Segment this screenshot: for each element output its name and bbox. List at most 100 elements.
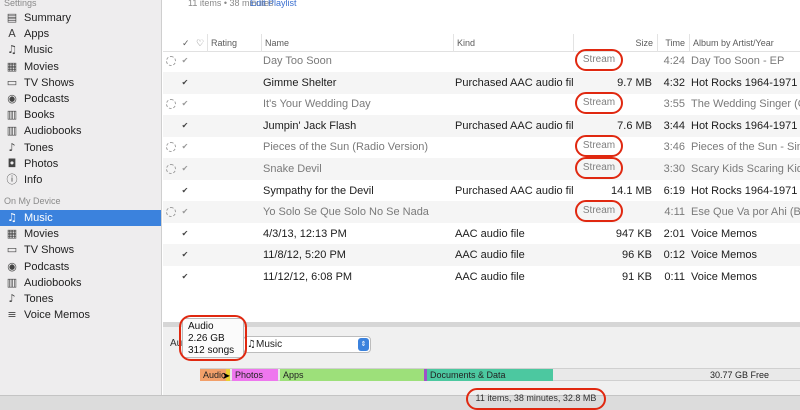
table-row[interactable]: ✔ 11/8/12, 5:20 PM AAC audio file 96 KB 0:12…	[163, 244, 800, 267]
settings-header: Settings	[4, 0, 37, 8]
music-note-icon: ♫	[7, 43, 17, 57]
sidebar-device-audiobooks[interactable]: ▥ Audiobooks	[0, 275, 161, 291]
tv-icon: ▭	[6, 75, 18, 89]
table-row[interactable]: ✔ Gimme Shelter Purchased AAC audio file 9.…	[163, 71, 800, 94]
sidebar-item-label: Music	[24, 212, 53, 224]
sidebar-device-tv-shows[interactable]: ▭ TV Shows	[0, 242, 161, 258]
track-size: 7.6 MB	[617, 119, 652, 132]
track-album: Ese Que Va por Ahi (Bonus	[691, 206, 800, 219]
stream-badge: Stream	[575, 49, 623, 71]
sidebar-item-label: Tones	[24, 141, 54, 154]
on-my-device-header: On My Device	[4, 196, 61, 206]
track-kind	[455, 50, 573, 72]
sidebar-item-label: TV Shows	[24, 244, 75, 257]
track-album: Hot Rocks 1964-1971	[691, 119, 798, 132]
checkbox[interactable]: ✔	[181, 78, 189, 87]
checkbox[interactable]: ✔	[181, 57, 189, 65]
table-row[interactable]: ✔ 11/12/12, 6:08 PM AAC audio file 91 KB 0:1…	[163, 266, 800, 288]
cloud-download-icon[interactable]	[166, 99, 176, 110]
checkbox[interactable]: ✔	[181, 229, 189, 238]
sidebar-settings-podcasts[interactable]: ◉ Podcasts	[0, 91, 161, 107]
track-album: Pieces of the Sun - Single	[691, 141, 800, 154]
cloud-download-icon[interactable]	[166, 56, 176, 66]
track-album: Scary Kids Scaring Kids	[691, 163, 800, 175]
track-time: 0:11	[664, 271, 685, 283]
voice-memo-icon: ≡	[7, 308, 17, 322]
sidebar-settings-tv-shows[interactable]: ▭ TV Shows	[0, 75, 161, 91]
checkbox[interactable]: ✔	[181, 100, 189, 108]
track-time: 3:46	[663, 141, 685, 154]
track-name: It's Your Wedding Day	[263, 98, 371, 111]
checkbox[interactable]: ✔	[181, 186, 189, 195]
podcast-icon: ◉	[7, 92, 17, 105]
film-icon: ▦	[6, 227, 18, 241]
sidebar-item-label: Voice Memos	[24, 309, 91, 322]
sidebar-settings-photos[interactable]: ◘ Photos	[0, 156, 161, 172]
checkbox[interactable]: ✔	[181, 208, 189, 216]
table-row[interactable]: ✔ 4/3/13, 12:13 PM AAC audio file 947 KB 2:0…	[163, 223, 800, 245]
sidebar-settings-summary[interactable]: ▤ Summary	[0, 10, 161, 26]
sidebar-device-podcasts[interactable]: ◉ Podcasts	[0, 259, 161, 275]
sidebar-item-label: Tones	[24, 293, 54, 305]
table-row[interactable]: ✔ Pieces of the Sun (Radio Version) Stream…	[163, 135, 800, 158]
sidebar-settings-tones[interactable]: ♪ Tones	[0, 140, 161, 156]
cloud-download-icon[interactable]	[166, 164, 176, 174]
checkbox[interactable]: ✔	[181, 121, 189, 130]
track-name: 4/3/13, 12:13 PM	[263, 227, 347, 240]
table-row[interactable]: ✔ Yo Solo Se Que Solo No Se Nada Stream 4:1…	[163, 200, 800, 224]
track-size: 9.7 MB	[617, 76, 652, 89]
track-size: 96 KB	[622, 249, 652, 262]
sidebar-item-label: Podcasts	[24, 260, 70, 273]
sidebar-settings-audiobooks[interactable]: ▥ Audiobooks	[0, 123, 161, 139]
bell-icon: ♪	[8, 292, 16, 305]
track-kind	[455, 93, 573, 115]
sidebar-device-movies[interactable]: ▦ Movies	[0, 226, 161, 242]
capacity-segment-documents[interactable]: Documents & Data	[427, 369, 553, 381]
sidebar-device-music[interactable]: ♫ Music	[0, 210, 161, 226]
sidebar-item-label: Podcasts	[24, 93, 70, 105]
table-row[interactable]: ✔ Jumpin' Jack Flash Purchased AAC audio f…	[163, 114, 800, 137]
capacity-segment-apps[interactable]: Apps	[280, 369, 424, 381]
info-icon: ⓘ	[6, 173, 18, 186]
track-name: Sympathy for the Devil	[263, 184, 374, 197]
music-note-icon: ♫	[7, 211, 17, 224]
tv-icon: ▭	[6, 243, 18, 257]
checkbox[interactable]: ✔	[181, 165, 189, 173]
track-name: Jumpin' Jack Flash	[263, 119, 357, 132]
stream-badge: Stream	[575, 92, 623, 115]
sidebar-settings-movies[interactable]: ▦ Movies	[0, 59, 161, 75]
table-row[interactable]: ✔ Sympathy for the Devil Purchased AAC aud…	[163, 180, 800, 202]
sidebar-settings-music[interactable]: ♫ Music	[0, 42, 161, 58]
checkbox[interactable]: ✔	[181, 251, 189, 259]
sidebar-settings-info[interactable]: ⓘ Info	[0, 172, 161, 188]
source-select[interactable]: ♫ Music ⇕	[243, 336, 371, 353]
sidebar-device-voice-memos[interactable]: ≡ Voice Memos	[0, 307, 161, 323]
checkbox[interactable]: ✔	[181, 143, 189, 151]
sidebar-settings-apps[interactable]: A Apps	[0, 26, 161, 42]
sidebar-settings-books[interactable]: ▥ Books	[0, 107, 161, 123]
podcast-icon: ◉	[7, 259, 17, 273]
track-kind	[455, 158, 573, 180]
track-kind: Purchased AAC audio file	[455, 184, 573, 197]
track-name: Gimme Shelter	[263, 76, 337, 89]
music-note-icon: ♫	[247, 339, 256, 350]
sidebar-device-tones[interactable]: ♪ Tones	[0, 291, 161, 307]
track-kind	[455, 136, 573, 158]
track-time: 0:12	[663, 249, 685, 262]
checkbox[interactable]: ✔	[181, 273, 189, 281]
track-kind: Purchased AAC audio file	[455, 119, 573, 132]
track-album: Day Too Soon - EP	[691, 55, 785, 67]
track-size: 947 KB	[615, 227, 652, 240]
table-row[interactable]: ✔ It's Your Wedding Day Stream 3:55 The Wedd…	[163, 92, 800, 115]
table-row[interactable]: ✔ Day Too Soon Stream 4:24 Day Too Soon - EP	[163, 49, 800, 72]
table-row[interactable]: ✔ Snake Devil Stream 3:30 Scary Kids Scaring…	[163, 157, 800, 180]
audiobook-icon: ▥	[6, 275, 18, 289]
track-time: 4:11	[664, 206, 685, 219]
cloud-download-icon[interactable]	[166, 207, 176, 218]
edit-playlist-link[interactable]: Edit Playlist	[250, 0, 297, 8]
camera-icon: ◘	[7, 156, 17, 170]
cloud-download-icon[interactable]	[166, 142, 176, 153]
status-summary: 11 items, 38 minutes, 32.8 MB	[466, 388, 606, 410]
sidebar-item-label: Apps	[24, 28, 50, 41]
capacity-segment-photos[interactable]: Photos	[232, 369, 278, 381]
